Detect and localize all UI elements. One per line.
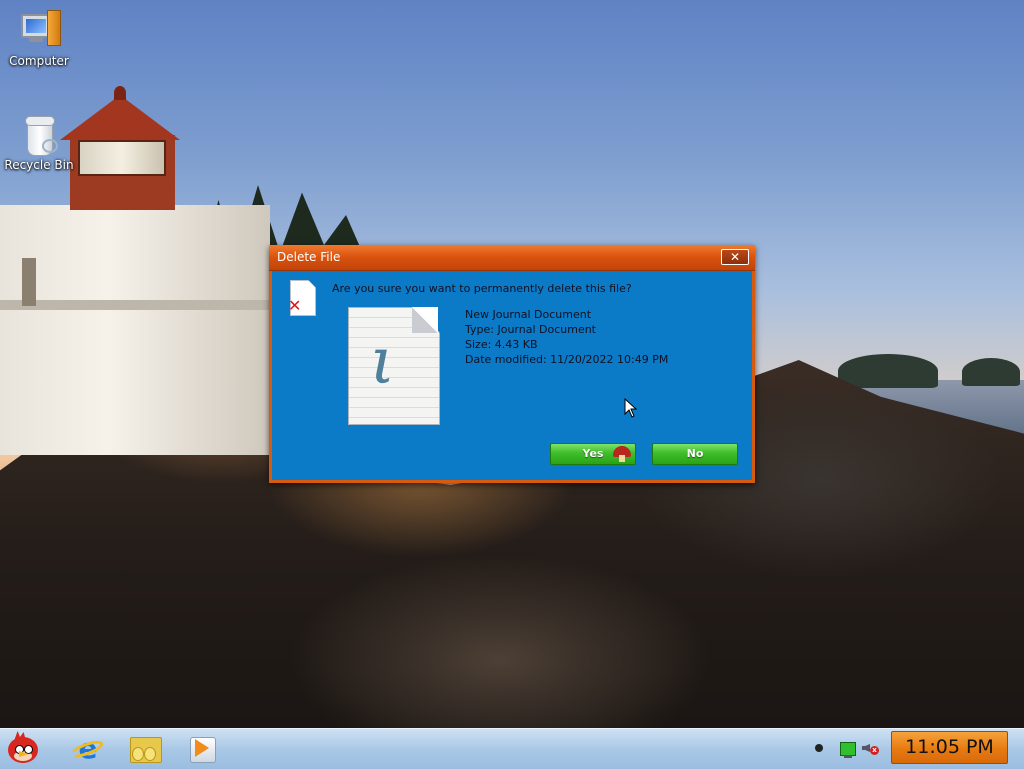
recycle-bin-icon [17,112,61,156]
file-info: New Journal Document Type: Journal Docum… [465,307,668,367]
no-button-label: No [686,447,704,460]
file-size: Size: 4.43 KB [465,338,538,351]
wallpaper-lighthouse-roof [60,95,180,140]
file-type: Type: Journal Document [465,323,596,336]
delete-document-icon: ✕ [288,280,316,316]
wallpaper-lighthouse-base [0,205,270,455]
close-button[interactable]: ✕ [721,249,749,265]
notification-dot-icon[interactable] [815,744,823,752]
delete-file-dialog: Delete File ✕ ✕ Are you sure you want to… [269,245,755,483]
computer-icon [17,8,61,52]
desktop-icon-label: Recycle Bin [4,158,74,172]
desktop-icon-recycle-bin[interactable]: Recycle Bin [3,112,75,172]
dialog-question: Are you sure you want to permanently del… [332,282,632,295]
media-player-icon[interactable] [186,733,220,765]
wallpaper-lighthouse-ring [0,300,270,310]
dialog-title: Delete File [277,250,341,264]
volume-muted-icon[interactable]: x [862,740,880,756]
wallpaper-lighthouse-window [22,258,36,306]
file-name: New Journal Document [465,308,592,321]
mouse-cursor-icon [624,398,638,418]
dialog-titlebar[interactable]: Delete File ✕ [269,245,755,271]
folder-icon[interactable] [128,733,162,765]
wallpaper-island [838,354,938,388]
yes-button[interactable]: Yes [550,443,636,465]
file-date-modified: Date modified: 11/20/2022 10:49 PM [465,353,669,366]
journal-document-icon: ι [348,307,440,425]
close-icon: ✕ [729,250,741,264]
angry-bird-start-icon[interactable] [6,731,40,765]
no-button[interactable]: No [652,443,738,465]
desktop-icon-computer[interactable]: Computer [3,8,75,68]
wallpaper-lighthouse-glass [78,140,166,176]
clock-time: 11:05 PM [905,736,994,758]
desktop-icon-label: Computer [9,54,69,68]
taskbar-clock[interactable]: 11:05 PM [891,731,1008,764]
wallpaper-island [962,358,1020,386]
wallpaper-lighthouse-cap [114,86,126,100]
mushroom-icon [613,446,631,462]
internet-explorer-icon[interactable]: e [68,733,106,765]
yes-button-label: Yes [582,447,604,460]
network-icon[interactable] [840,742,856,758]
